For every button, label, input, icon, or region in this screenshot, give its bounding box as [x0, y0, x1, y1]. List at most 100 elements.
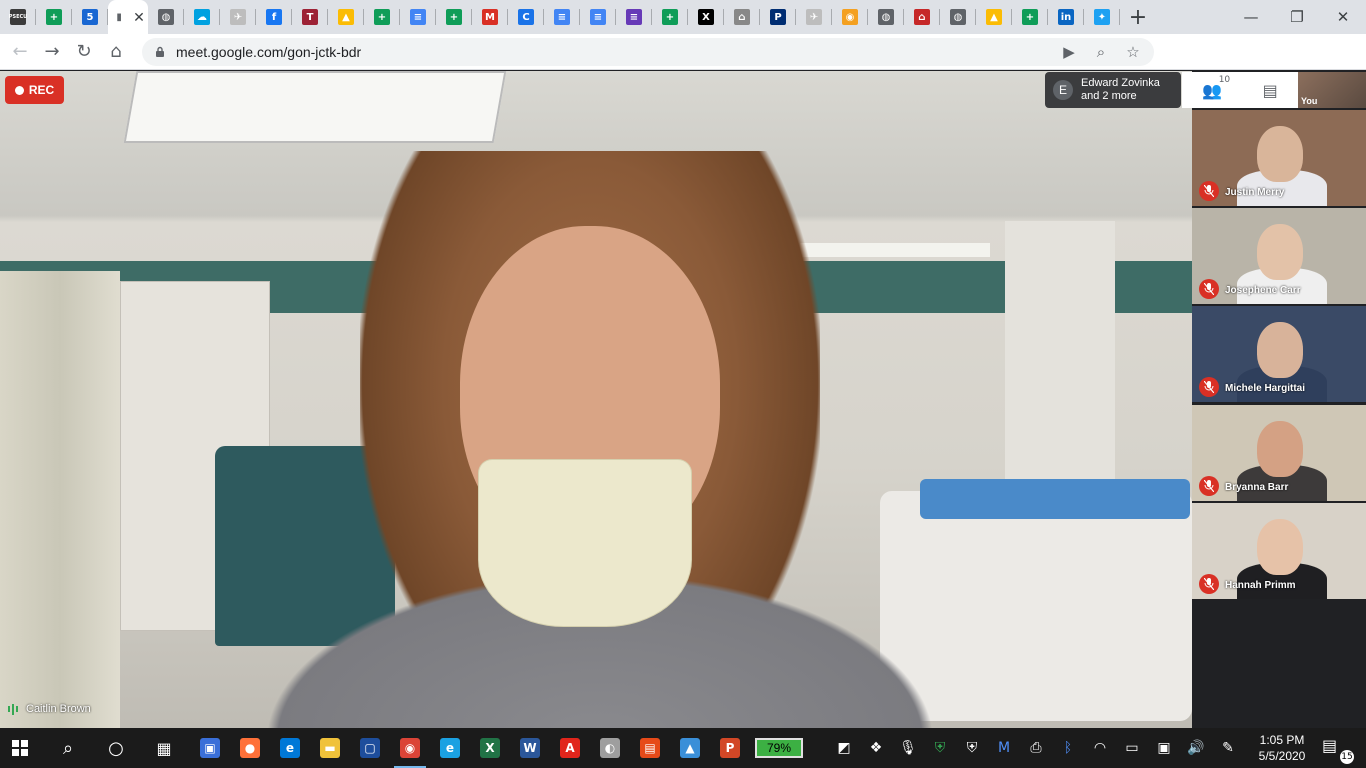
browser-tab[interactable]: X	[688, 0, 724, 34]
m-app-icon[interactable]: M	[988, 740, 1020, 756]
browser-tab[interactable]: ⌂	[904, 0, 940, 34]
search-button[interactable]: ⌕	[48, 728, 88, 768]
browser-tab[interactable]: ≡	[616, 0, 652, 34]
browser-tab[interactable]: ▲	[976, 0, 1012, 34]
browser-tab[interactable]: ≡	[544, 0, 580, 34]
browser-tab[interactable]: ▮ ✕	[108, 0, 148, 34]
printer-app-icon[interactable]: ◩	[828, 740, 860, 756]
close-window-button[interactable]: ✕	[1320, 0, 1366, 34]
wifi-icon[interactable]: ◠	[1084, 740, 1116, 756]
browser-tab[interactable]: +	[1012, 0, 1048, 34]
task-view-button[interactable]: ▦	[144, 728, 184, 768]
browser-tab[interactable]: ≡	[400, 0, 436, 34]
clock[interactable]: 1:05 PM 5/5/2020	[1250, 732, 1314, 764]
browser-tab[interactable]: ◍	[868, 0, 904, 34]
reload-button[interactable]: ↻	[68, 36, 100, 68]
new-tab-button[interactable]: +	[1120, 0, 1156, 34]
participant-tile[interactable]: Justin Merry	[1192, 110, 1366, 206]
taskbar-app[interactable]: e	[430, 728, 470, 768]
defender-icon[interactable]: ⛨	[956, 740, 988, 756]
browser-tab[interactable]: +	[364, 0, 400, 34]
start-button[interactable]	[0, 728, 40, 768]
minimize-button[interactable]: —	[1228, 0, 1274, 34]
browser-tab[interactable]: 5	[72, 0, 108, 34]
browser-tab[interactable]: PSECU	[0, 0, 36, 34]
dropbox-icon[interactable]: ❖	[860, 740, 892, 756]
browser-tab[interactable]: ✦	[1084, 0, 1120, 34]
meet-panel-buttons: 👥 10 ▤	[1182, 72, 1298, 108]
action-center-button[interactable]: ▤ 15	[1322, 736, 1354, 764]
taskbar-app[interactable]: A	[550, 728, 590, 768]
self-view[interactable]: You	[1298, 72, 1366, 108]
bookmark-star-icon[interactable]: ☆	[1124, 43, 1142, 61]
browser-tab[interactable]: P	[760, 0, 796, 34]
participant-tile[interactable]: Josephene Carr	[1192, 208, 1366, 304]
browser-tab[interactable]: in	[1048, 0, 1084, 34]
taskbar-app[interactable]: ▬	[310, 728, 350, 768]
close-tab-icon[interactable]: ✕	[133, 9, 145, 26]
browser-tab[interactable]: f	[256, 0, 292, 34]
battery-indicator[interactable]: 79%	[755, 738, 803, 758]
taskbar-app[interactable]: W	[510, 728, 550, 768]
home-icon: ⌂	[914, 9, 930, 25]
participant-tile[interactable]: Bryanna Barr	[1192, 405, 1366, 501]
home-button[interactable]: ⌂	[100, 36, 132, 68]
forward-button[interactable]: →	[36, 36, 68, 68]
taskbar-app[interactable]: ◉	[390, 728, 430, 768]
taskbar-app[interactable]: ▲	[670, 728, 710, 768]
participant-tile[interactable]: Michele Hargittai	[1192, 306, 1366, 402]
cortana-button[interactable]: ○	[96, 728, 136, 768]
print-icon[interactable]: ⎙	[1020, 740, 1052, 756]
bluetooth-icon[interactable]: ᛒ	[1052, 740, 1084, 756]
browser-tab[interactable]: ◉	[832, 0, 868, 34]
participants-chip[interactable]: E Edward Zovinka and 2 more	[1045, 72, 1181, 108]
notification-count: 15	[1340, 750, 1354, 764]
volume-icon[interactable]: 🔊	[1180, 740, 1212, 756]
x-icon: X	[698, 9, 714, 25]
photos-icon: ▲	[680, 738, 700, 758]
browser-tab[interactable]: ≡	[580, 0, 616, 34]
chat-button[interactable]: ▤	[1263, 81, 1278, 100]
taskbar-app[interactable]: ●	[230, 728, 270, 768]
taskbar-app[interactable]: ▤	[630, 728, 670, 768]
people-button[interactable]: 👥 10	[1202, 75, 1230, 100]
salesforce-icon: ☁	[194, 9, 210, 25]
mic-off-icon	[1199, 476, 1219, 496]
taskbar-app[interactable]: X	[470, 728, 510, 768]
browser-tab[interactable]: ▲	[328, 0, 364, 34]
browser-tab[interactable]: ◍	[940, 0, 976, 34]
back-button[interactable]: ←	[4, 36, 36, 68]
taskbar-app[interactable]: ◐	[590, 728, 630, 768]
browser-tab[interactable]: ☁	[184, 0, 220, 34]
docs-icon: ≡	[590, 9, 606, 25]
taskbar-app[interactable]: ▢	[350, 728, 390, 768]
browser-tab[interactable]: ✈	[796, 0, 832, 34]
pen-icon[interactable]: ✎	[1212, 740, 1244, 756]
browser-tab[interactable]: +	[652, 0, 688, 34]
lock-icon[interactable]	[154, 46, 166, 58]
gmail-icon: M	[482, 9, 498, 25]
browser-tab[interactable]: +	[436, 0, 472, 34]
browser-tab[interactable]: T	[292, 0, 328, 34]
browser-tab[interactable]: ⌂	[724, 0, 760, 34]
main-video	[0, 71, 1192, 728]
restore-button[interactable]: ❐	[1274, 0, 1320, 34]
browser-tab[interactable]: M	[472, 0, 508, 34]
taskbar-app[interactable]: e	[270, 728, 310, 768]
power-icon[interactable]: ▭	[1116, 740, 1148, 756]
security-shield-icon[interactable]: ⛨	[924, 740, 956, 756]
window-controls: — ❐ ✕	[1228, 0, 1366, 34]
calendar-icon: 5	[82, 9, 98, 25]
address-bar[interactable]: meet.google.com/gon-jctk-bdr ▶ ⌕ ☆	[142, 38, 1154, 66]
browser-tab[interactable]: C	[508, 0, 544, 34]
camera-icon[interactable]: ▶	[1060, 43, 1078, 61]
taskbar-app[interactable]: P	[710, 728, 750, 768]
microphone-icon[interactable]: 🎙	[892, 740, 924, 756]
display-icon[interactable]: ▣	[1148, 740, 1180, 756]
browser-tab[interactable]: ✈	[220, 0, 256, 34]
browser-tab[interactable]: +	[36, 0, 72, 34]
zoom-icon[interactable]: ⌕	[1092, 43, 1110, 61]
browser-tab[interactable]: ◍	[148, 0, 184, 34]
taskbar-app[interactable]: ▣	[190, 728, 230, 768]
participant-tile[interactable]: Hannah Primm	[1192, 503, 1366, 599]
